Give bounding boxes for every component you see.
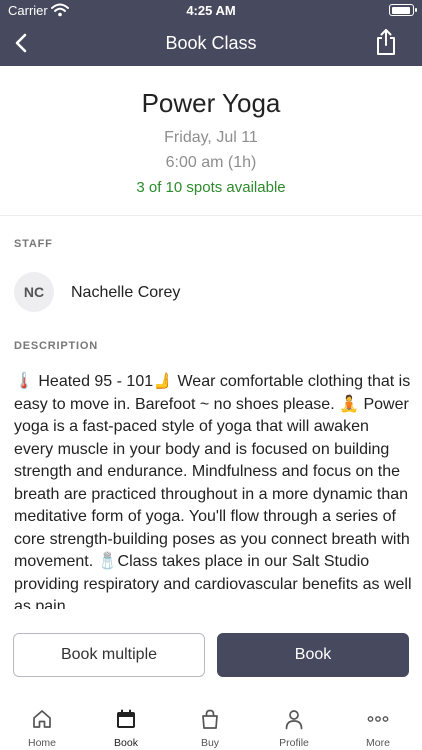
staff-name: Nachelle Corey <box>71 284 181 301</box>
tab-label: Home <box>27 737 56 749</box>
book-multiple-button[interactable]: Book multiple <box>13 633 205 677</box>
shopping-bag-icon <box>202 709 218 729</box>
class-name: Power Yoga <box>141 88 281 118</box>
tab-label: Profile <box>279 737 309 749</box>
status-bar: Carrier 4:25 AM <box>0 0 422 20</box>
class-description: 🌡️ Heated 95 - 101🫸 Wear comfortable clo… <box>14 373 412 609</box>
page-title: Book Class <box>165 33 257 53</box>
class-time: 6:00 am (1h) <box>165 154 257 171</box>
battery-icon <box>389 4 417 16</box>
person-icon <box>285 710 303 730</box>
tab-buy[interactable]: Buy <box>168 700 252 750</box>
nav-bar: Book Class <box>0 20 422 66</box>
spots-available: 3 of 10 spots available <box>136 179 286 196</box>
tab-profile[interactable]: Profile <box>252 700 336 750</box>
class-date: Friday, Jul 11 <box>164 129 258 146</box>
home-icon <box>33 710 51 728</box>
tab-bar: Home Book Buy Profile More <box>0 700 422 750</box>
calendar-icon <box>117 709 135 728</box>
description-section-label: DESCRIPTION <box>14 340 98 352</box>
avatar: NC <box>14 272 54 312</box>
tab-more[interactable]: More <box>336 700 420 750</box>
book-button[interactable]: Book <box>217 633 409 677</box>
tab-label: Book <box>114 737 138 749</box>
status-time: 4:25 AM <box>186 3 236 18</box>
staff-row[interactable]: NC Nachelle Corey <box>14 272 408 314</box>
share-icon[interactable] <box>374 28 398 56</box>
tab-home[interactable]: Home <box>0 700 84 750</box>
staff-section-label: STAFF <box>14 238 53 250</box>
tab-label: Buy <box>200 737 220 749</box>
class-header: Power Yoga Friday, Jul 11 6:00 am (1h) 3… <box>0 66 422 216</box>
tab-label: More <box>366 737 390 749</box>
tab-book[interactable]: Book <box>84 700 168 750</box>
more-dots-icon <box>367 716 389 722</box>
